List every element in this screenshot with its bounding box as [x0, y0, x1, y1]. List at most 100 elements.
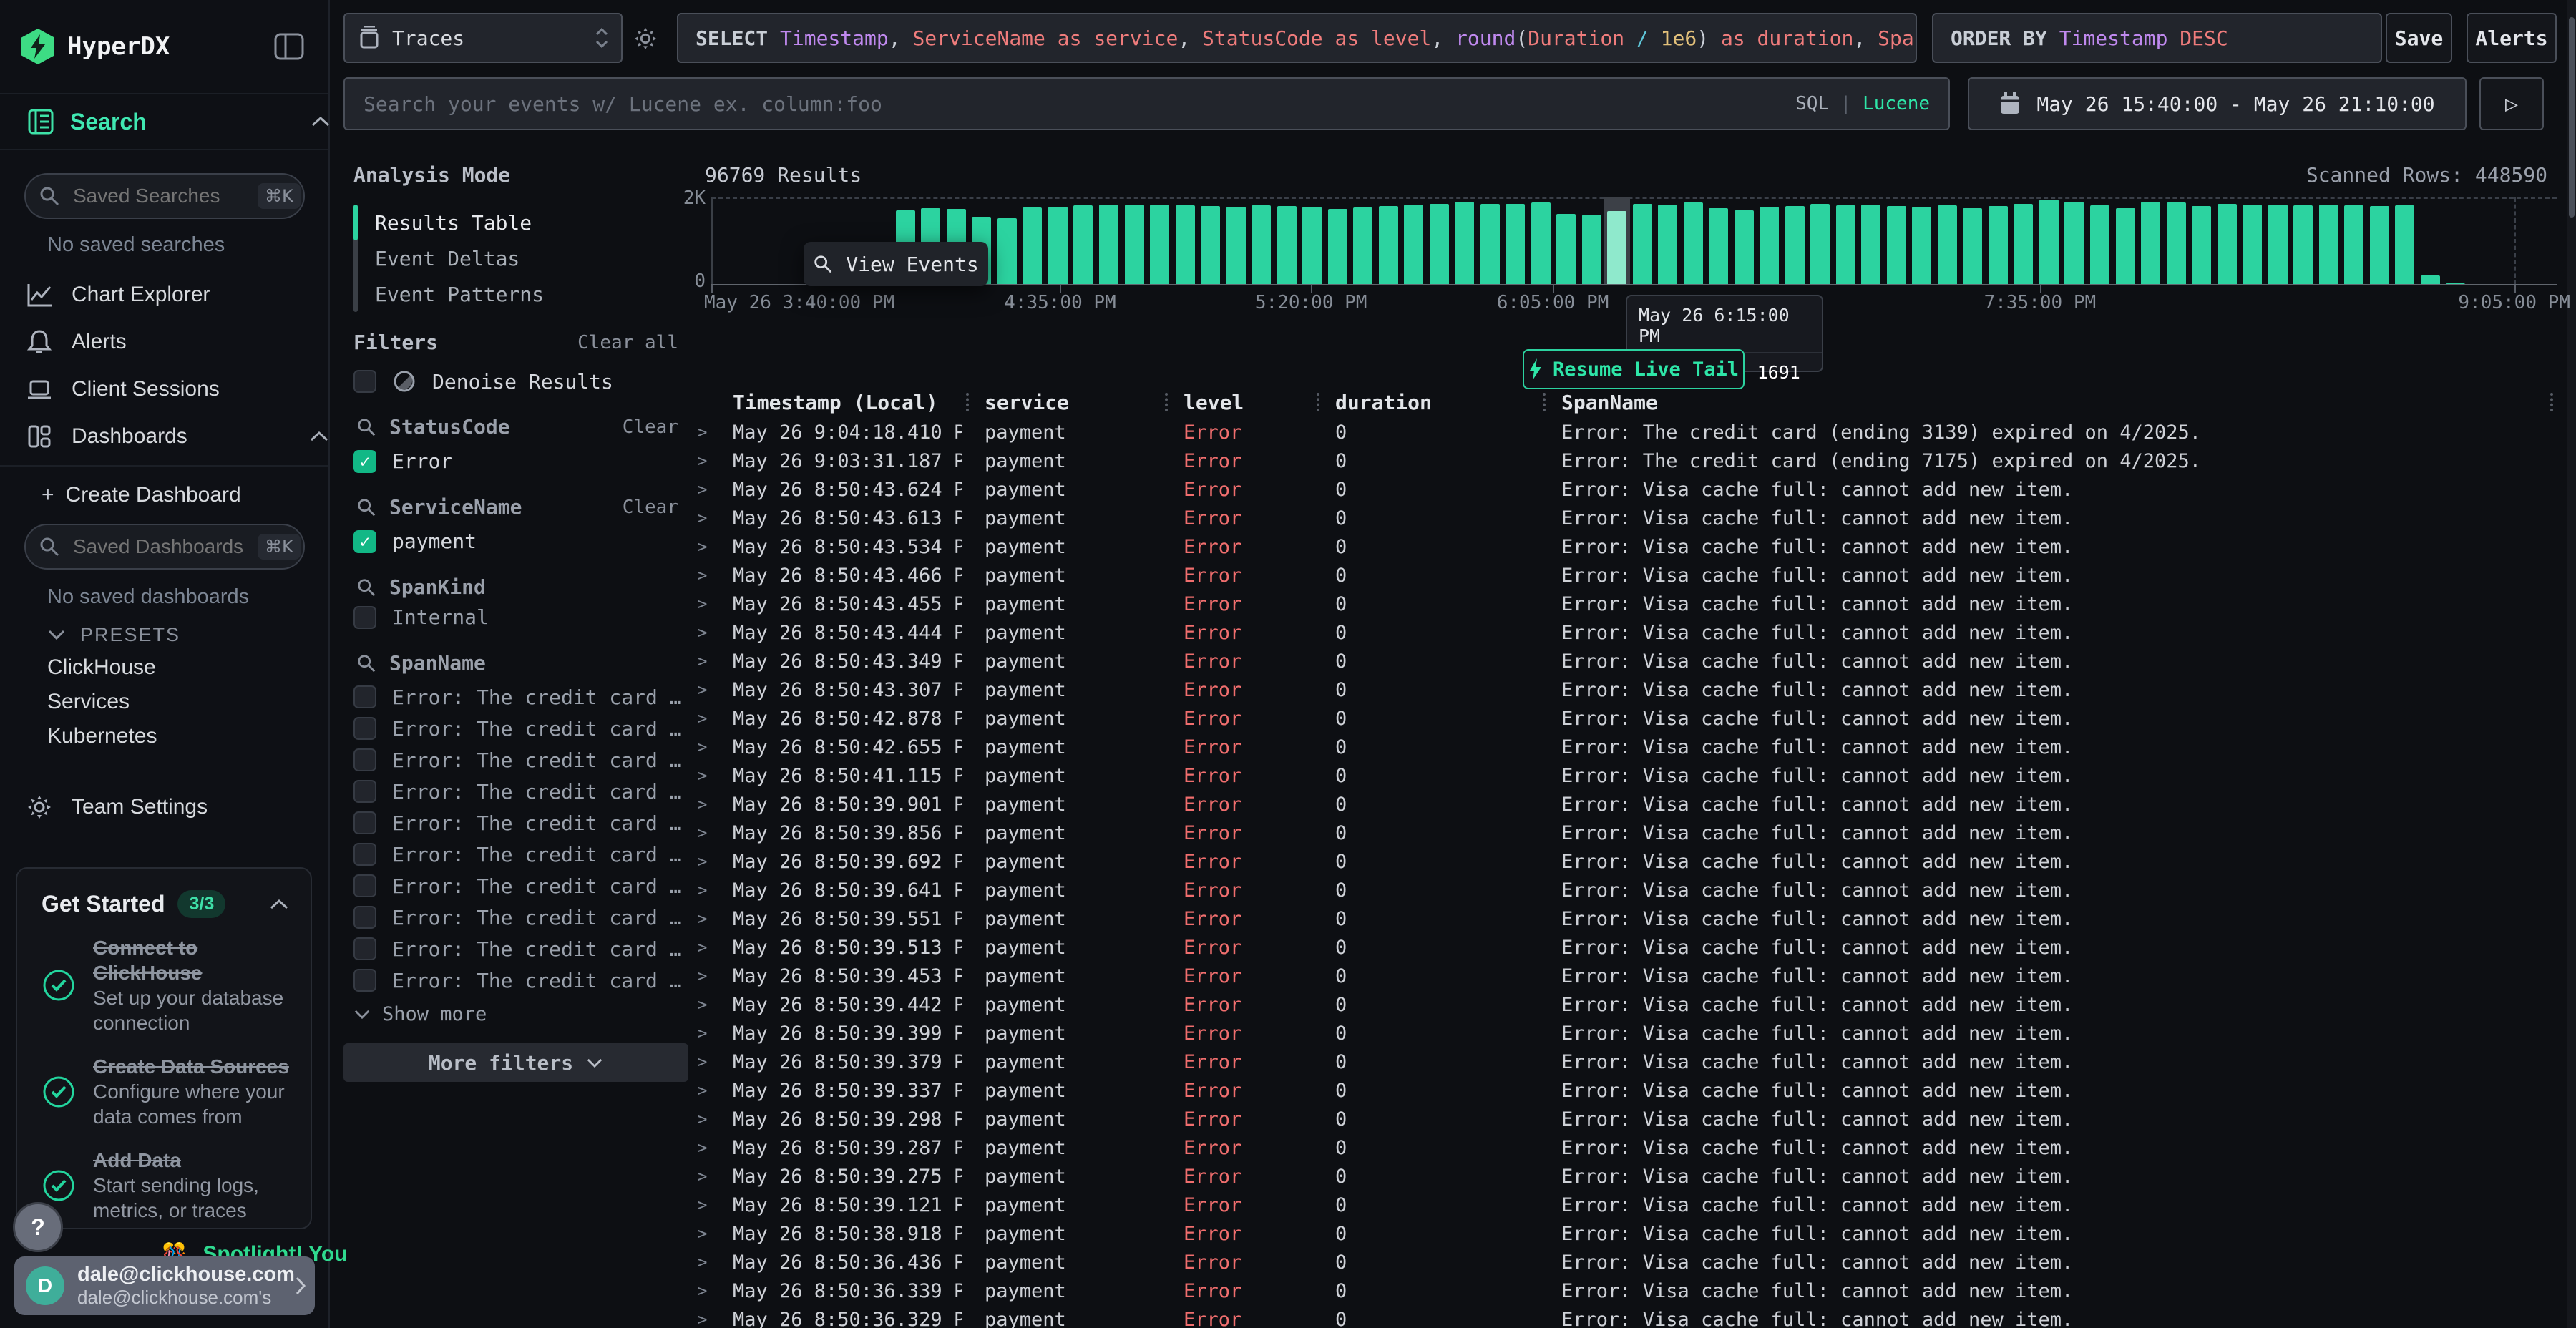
row-expand-chevron-icon[interactable]: >: [688, 1166, 721, 1186]
row-expand-chevron-icon[interactable]: >: [688, 1138, 721, 1158]
table-row[interactable]: >May 26 8:50:39.641 PMpaymentError0Error…: [688, 876, 2567, 904]
sql-orderby-editor[interactable]: ORDER BY Timestamp DESC: [1932, 13, 2382, 63]
lucene-mode-label[interactable]: Lucene: [1863, 93, 1930, 114]
save-button[interactable]: Save: [2386, 13, 2452, 63]
filter-option-spanname[interactable]: Error: The credit card …: [353, 902, 683, 933]
sidebar-item-alerts[interactable]: Alerts: [0, 322, 354, 362]
col-duration[interactable]: duration: [1324, 391, 1538, 414]
row-expand-chevron-icon[interactable]: >: [688, 823, 721, 843]
row-expand-chevron-icon[interactable]: >: [688, 622, 721, 643]
filter-option-spanname[interactable]: Error: The credit card …: [353, 839, 683, 870]
row-expand-chevron-icon[interactable]: >: [688, 966, 721, 986]
filter-option-internal[interactable]: Internal: [353, 605, 489, 629]
saved-dashboards-input[interactable]: ⌘K: [24, 524, 305, 570]
event-search-bar[interactable]: SQL | Lucene: [343, 77, 1950, 130]
col-timestamp[interactable]: Timestamp (Local): [721, 391, 962, 414]
table-options-icon[interactable]: [2550, 393, 2553, 411]
row-expand-chevron-icon[interactable]: >: [688, 537, 721, 557]
row-expand-chevron-icon[interactable]: >: [688, 422, 721, 442]
table-row[interactable]: >May 26 8:50:39.551 PMpaymentError0Error…: [688, 904, 2567, 933]
checkbox-unchecked[interactable]: [353, 969, 376, 992]
search-icon[interactable]: [356, 417, 376, 437]
checkbox-unchecked[interactable]: [353, 843, 376, 866]
row-expand-chevron-icon[interactable]: >: [688, 479, 721, 499]
table-row[interactable]: >May 26 8:50:43.444 PMpaymentError0Error…: [688, 618, 2567, 647]
more-filters-button[interactable]: More filters: [343, 1043, 688, 1082]
table-row[interactable]: >May 26 8:50:39.442 PMpaymentError0Error…: [688, 990, 2567, 1019]
column-resize-handle[interactable]: [1317, 393, 1319, 411]
event-search-input[interactable]: [362, 92, 1724, 117]
checkbox-checked[interactable]: ✓: [353, 450, 376, 473]
get-started-step[interactable]: Create Data SourcesConfigure where your …: [42, 1054, 292, 1129]
show-more-toggle[interactable]: Show more: [353, 1003, 487, 1025]
table-row[interactable]: >May 26 8:50:42.878 PMpaymentError0Error…: [688, 704, 2567, 733]
row-expand-chevron-icon[interactable]: >: [688, 1195, 721, 1215]
sidebar-preset-kubernetes[interactable]: Kubernetes: [0, 720, 376, 753]
sidebar-collapse-icon[interactable]: [274, 31, 304, 62]
source-select[interactable]: Traces: [343, 13, 623, 63]
sidebar-item-dashboards[interactable]: Dashboards: [0, 416, 354, 456]
table-row[interactable]: >May 26 8:50:43.349 PMpaymentError0Error…: [688, 647, 2567, 675]
table-row[interactable]: >May 26 8:50:39.513 PMpaymentError0Error…: [688, 933, 2567, 962]
table-row[interactable]: >May 26 8:50:43.624 PMpaymentError0Error…: [688, 475, 2567, 504]
checkbox-unchecked[interactable]: [353, 811, 376, 834]
resume-live-tail-button[interactable]: Resume Live Tail: [1523, 349, 1745, 389]
search-icon[interactable]: [356, 653, 376, 673]
checkbox-unchecked[interactable]: [353, 937, 376, 960]
run-query-button[interactable]: ▷: [2479, 77, 2544, 130]
row-expand-chevron-icon[interactable]: >: [688, 909, 721, 929]
row-expand-chevron-icon[interactable]: >: [688, 937, 721, 957]
sidebar-item-chart-explorer[interactable]: Chart Explorer: [0, 275, 354, 315]
row-expand-chevron-icon[interactable]: >: [688, 880, 721, 900]
column-resize-handle[interactable]: [966, 393, 969, 411]
row-expand-chevron-icon[interactable]: >: [688, 995, 721, 1015]
row-expand-chevron-icon[interactable]: >: [688, 594, 721, 614]
search-icon[interactable]: [356, 577, 376, 597]
filter-option-spanname[interactable]: Error: The credit card …: [353, 776, 683, 807]
analysis-mode-event-deltas[interactable]: Event Deltas: [375, 240, 544, 276]
checkbox-checked[interactable]: ✓: [353, 530, 376, 553]
chevron-up-icon[interactable]: [269, 899, 289, 910]
user-profile-chip[interactable]: D dale@clickhouse.com dale@clickhouse.co…: [14, 1256, 315, 1315]
table-row[interactable]: >May 26 8:50:39.453 PMpaymentError0Error…: [688, 962, 2567, 990]
scrollbar-thumb[interactable]: [2569, 17, 2575, 218]
row-expand-chevron-icon[interactable]: >: [688, 680, 721, 700]
row-expand-chevron-icon[interactable]: >: [688, 1252, 721, 1272]
saved-dashboards-field[interactable]: [72, 534, 246, 559]
table-row[interactable]: >May 26 8:50:39.901 PMpaymentError0Error…: [688, 790, 2567, 819]
row-expand-chevron-icon[interactable]: >: [688, 708, 721, 728]
col-spanname[interactable]: SpanName: [1550, 391, 2536, 414]
row-expand-chevron-icon[interactable]: >: [688, 1023, 721, 1043]
row-expand-chevron-icon[interactable]: >: [688, 565, 721, 585]
alerts-button[interactable]: Alerts: [2467, 13, 2557, 63]
table-row[interactable]: >May 26 8:50:39.337 PMpaymentError0Error…: [688, 1076, 2567, 1105]
row-expand-chevron-icon[interactable]: >: [688, 737, 721, 757]
filter-option-spanname[interactable]: Error: The credit card …: [353, 681, 683, 713]
table-row[interactable]: >May 26 8:50:43.455 PMpaymentError0Error…: [688, 590, 2567, 618]
table-row[interactable]: >May 26 8:50:41.115 PMpaymentError0Error…: [688, 761, 2567, 790]
clear-all-link[interactable]: Clear all: [577, 332, 678, 353]
filter-option-spanname[interactable]: Error: The credit card …: [353, 870, 683, 902]
clear-link[interactable]: Clear: [623, 497, 678, 518]
checkbox-unchecked[interactable]: [353, 717, 376, 740]
row-expand-chevron-icon[interactable]: >: [688, 1224, 721, 1244]
filter-option-spanname[interactable]: Error: The credit card …: [353, 933, 683, 965]
source-settings-gear-icon[interactable]: [633, 26, 658, 52]
column-resize-handle[interactable]: [1165, 393, 1168, 411]
checkbox-unchecked[interactable]: [353, 606, 376, 629]
clear-link[interactable]: Clear: [623, 416, 678, 438]
row-expand-chevron-icon[interactable]: >: [688, 508, 721, 528]
saved-searches-field[interactable]: [72, 184, 246, 208]
help-button[interactable]: ?: [13, 1202, 63, 1252]
table-row[interactable]: >May 26 8:50:43.613 PMpaymentError0Error…: [688, 504, 2567, 532]
row-expand-chevron-icon[interactable]: >: [688, 1080, 721, 1100]
row-expand-chevron-icon[interactable]: >: [688, 651, 721, 671]
sidebar-item-team-settings[interactable]: Team Settings: [0, 787, 354, 827]
analysis-mode-results-table[interactable]: Results Table: [375, 205, 544, 240]
table-row[interactable]: >May 26 8:50:43.466 PMpaymentError0Error…: [688, 561, 2567, 590]
table-row[interactable]: >May 26 8:50:43.307 PMpaymentError0Error…: [688, 675, 2567, 704]
checkbox-unchecked[interactable]: [353, 748, 376, 771]
scrollbar-track[interactable]: [2567, 0, 2576, 1328]
row-expand-chevron-icon[interactable]: >: [688, 1281, 721, 1301]
table-row[interactable]: >May 26 8:50:39.121 PMpaymentError0Error…: [688, 1191, 2567, 1219]
